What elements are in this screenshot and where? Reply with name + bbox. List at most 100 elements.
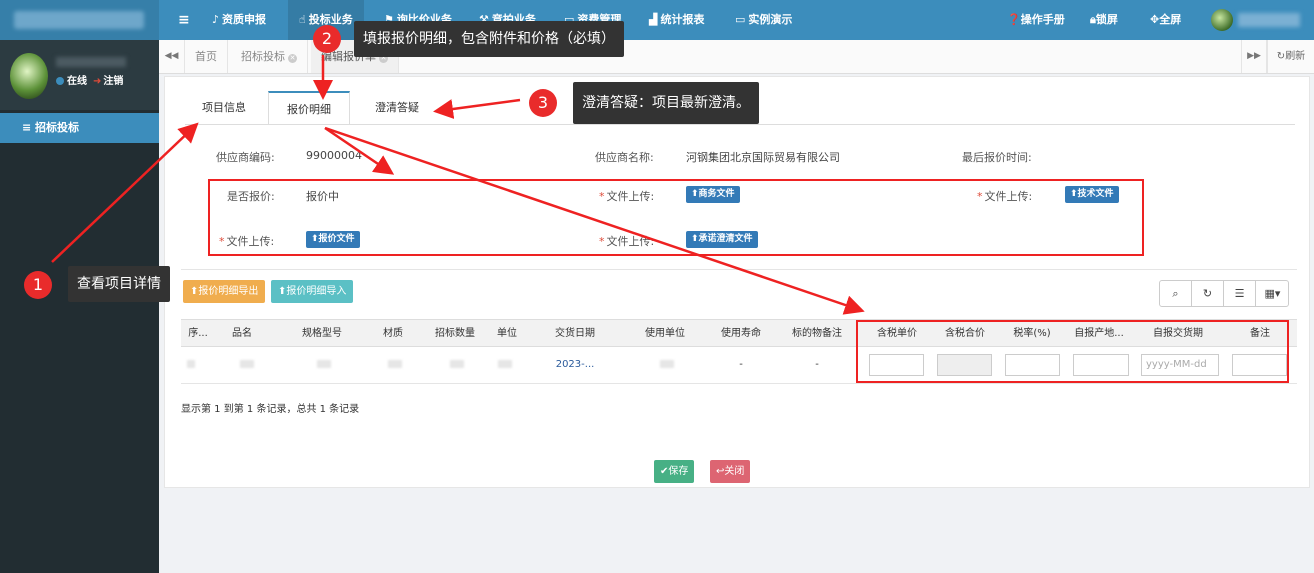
cell-spec (312, 347, 336, 383)
user-status: 在线 ➜ 注销 (56, 72, 123, 87)
col-total-price-tax[interactable]: 含税合价 (935, 320, 995, 347)
remark-input[interactable] (1232, 354, 1287, 376)
col-unit[interactable]: 单位 (489, 320, 525, 347)
annotation-badge-2: 2 (313, 25, 341, 53)
nav-qualification[interactable]: ♪ 资质申报 (212, 0, 266, 40)
cell-quantity (447, 347, 467, 383)
expand-icon: ✥ (1150, 13, 1160, 26)
col-unit-price-tax[interactable]: 含税单价 (867, 320, 927, 347)
annotation-callout-1: 查看项目详情 (68, 266, 170, 302)
sidebar-item-bidding[interactable]: ≡ 招标投标 (0, 113, 159, 143)
technical-file-label: * 文件上传: (977, 190, 1033, 203)
col-self-delivery[interactable]: 自报交货期 (1143, 320, 1213, 347)
tab-home[interactable]: 首页 (185, 40, 228, 73)
refresh-tab-button[interactable]: ↻刷新 (1267, 40, 1314, 73)
user-name-redacted[interactable] (1238, 13, 1300, 27)
origin-input[interactable] (1073, 354, 1129, 376)
col-material[interactable]: 材质 (373, 320, 413, 347)
annotation-callout-2: 填报报价明细，包含附件和价格（必填） (354, 21, 624, 57)
pagination-info: 显示第 1 到第 1 条记录，总共 1 条记录 (181, 404, 360, 415)
close-icon[interactable]: ✕ (288, 54, 297, 63)
nav-statistics[interactable]: ▟ 统计报表 (649, 0, 704, 40)
tax-rate-input[interactable] (1005, 354, 1060, 376)
cell-using-unit (657, 347, 677, 383)
hand-pointer-icon: ☝ (299, 13, 306, 26)
question-icon: ❓ (1007, 13, 1021, 26)
col-seq[interactable]: 序... (181, 320, 215, 347)
unit-price-tax-input[interactable] (869, 354, 924, 376)
sidebar: 在线 ➜ 注销 ≡ 招标投标 (0, 40, 159, 573)
col-tax-rate[interactable]: 税率(%) (1003, 320, 1061, 347)
quote-file-label: * 文件上传: (219, 235, 275, 248)
upload-icon: ⬆ (1070, 189, 1078, 199)
cell-service-life: - (739, 359, 743, 370)
upload-icon: ⬆ (691, 189, 699, 199)
lock-screen-link[interactable]: 🔒︎锁屏 (1090, 0, 1118, 40)
logout-link[interactable]: 注销 (103, 76, 123, 87)
table-row: 2023-... - - yyyy-MM-dd (181, 347, 1297, 384)
upload-quote-file-button[interactable]: ⬆报价文件 (306, 231, 360, 248)
user-avatar-small[interactable] (1211, 9, 1233, 31)
col-delivery-date[interactable]: 交货日期 (543, 320, 607, 347)
search-icon[interactable]: ⌕ (1160, 281, 1192, 306)
list-icon: ≡ (22, 121, 36, 134)
supplier-code-label: 供应商编码: (216, 151, 275, 164)
upload-clarification-file-button[interactable]: ⬆承诺澄清文件 (686, 231, 758, 248)
supplier-name-value: 河钢集团北京国际贸易有限公司 (686, 151, 840, 164)
col-origin[interactable]: 自报产地... (1067, 320, 1131, 347)
tabs-scroll-right-icon[interactable]: ▶▶ (1241, 40, 1267, 73)
is-quoting-value: 报价中 (306, 190, 339, 203)
supplier-name-label: 供应商名称: (595, 151, 654, 164)
cell-subject-note: - (815, 359, 819, 370)
is-quoting-label: 是否报价: (227, 190, 275, 203)
online-dot-icon (56, 77, 64, 85)
col-service-life[interactable]: 使用寿命 (709, 320, 773, 347)
import-details-button[interactable]: ⬆报价明细导入 (271, 280, 354, 303)
user-panel: 在线 ➜ 注销 (0, 40, 159, 110)
upload-icon: ⬆ (311, 234, 319, 244)
col-product-name[interactable]: 品名 (217, 320, 267, 347)
desktop-icon: ▭ (735, 13, 746, 26)
annotation-callout-3: 澄清答疑：项目最新澄清。 (573, 82, 759, 124)
tabs-scroll-left-icon[interactable]: ◀◀ (159, 40, 185, 73)
total-price-tax-input (937, 354, 992, 376)
export-details-button[interactable]: ⬆报价明细导出 (183, 280, 266, 303)
close-button[interactable]: ↩关闭 (710, 460, 751, 483)
cell-unit (495, 347, 515, 383)
list-icon[interactable]: ☰ (1224, 281, 1256, 306)
fullscreen-link[interactable]: ✥全屏 (1150, 0, 1181, 40)
hamburger-icon[interactable]: ≡ (178, 12, 190, 28)
annotation-badge-3: 3 (529, 89, 557, 117)
avatar (10, 53, 48, 99)
columns-icon[interactable]: ▦▾ (1256, 281, 1289, 306)
logout-icon[interactable]: ➜ (93, 76, 101, 87)
table-toolbar: ⌕ ↻ ☰ ▦▾ (1159, 280, 1289, 307)
tab-clarification[interactable]: 澄清答疑 (357, 91, 437, 125)
upload-business-file-button[interactable]: ⬆商务文件 (686, 186, 740, 203)
col-remark[interactable]: 备注 (1233, 320, 1287, 347)
cell-material (385, 347, 405, 383)
logo-text-redacted (14, 11, 144, 29)
tab-bidding[interactable]: 招标投标 ✕ (231, 40, 308, 73)
upload-technical-file-button[interactable]: ⬆技术文件 (1065, 186, 1119, 203)
nav-demo[interactable]: ▭ 实例演示 (735, 0, 792, 40)
supplier-code-value: 99000004 (306, 149, 362, 162)
save-button[interactable]: ✔保存 (654, 460, 695, 483)
user-name-redacted (56, 57, 126, 67)
col-using-unit[interactable]: 使用单位 (633, 320, 697, 347)
refresh-icon: ↻ (1276, 51, 1286, 62)
tab-quote-details[interactable]: 报价明细 (268, 91, 350, 125)
app-logo[interactable] (0, 0, 159, 40)
clarification-file-label: * 文件上传: (599, 235, 655, 248)
refresh-icon[interactable]: ↻ (1192, 281, 1224, 306)
self-delivery-date-input[interactable]: yyyy-MM-dd (1141, 354, 1219, 376)
cell-seq (181, 347, 201, 383)
cell-delivery-date[interactable]: 2023-... (543, 347, 607, 383)
col-quantity[interactable]: 招标数量 (425, 320, 485, 347)
manual-link[interactable]: ❓操作手册 (1007, 0, 1065, 40)
cell-product-name (235, 347, 259, 383)
col-spec[interactable]: 规格型号 (287, 320, 357, 347)
table-header: 序... 品名 规格型号 材质 招标数量 单位 交货日期 使用单位 使用寿命 标… (181, 319, 1297, 347)
col-subject-note[interactable]: 标的物备注 (781, 320, 853, 347)
tab-project-info[interactable]: 项目信息 (185, 91, 263, 125)
